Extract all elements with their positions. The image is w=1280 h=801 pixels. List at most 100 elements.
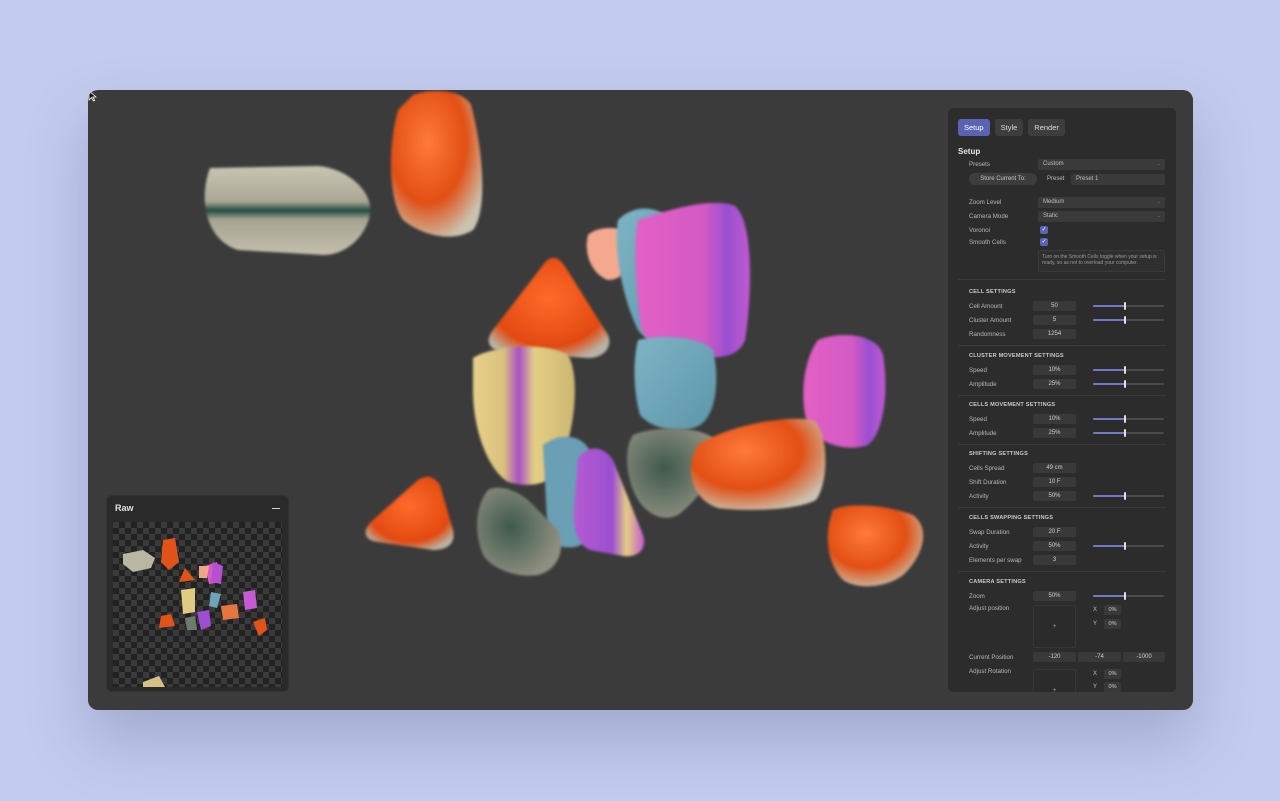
preset-name-field[interactable]: Preset 1 [1071,174,1165,185]
randomness-label: Randomness [969,331,1006,338]
slider-fill [1093,369,1125,371]
settings-panel: Setup Style Render Setup Presets Custom ⌄… [948,108,1176,692]
mouse-cursor-icon [88,90,97,102]
cluster-amplitude-slider[interactable] [1093,380,1164,388]
cells-amplitude-input[interactable]: 25% [1033,428,1076,438]
tab-render[interactable]: Render [1028,119,1065,136]
cell-amount-slider[interactable] [1093,302,1164,310]
smooth-cells-label: Smooth Cells [969,239,1006,246]
pad-center-icon: + [1052,623,1057,630]
slider-fill [1093,495,1125,497]
panel-title: Setup [958,147,981,156]
slider-fill [1093,418,1125,420]
zoom-level-value: Medium [1043,199,1065,205]
smooth-cells-checkbox[interactable]: ✓ [1040,238,1048,246]
cells-speed-input[interactable]: 10% [1033,414,1076,424]
cluster-amplitude-input[interactable]: 25% [1033,379,1076,389]
camera-zoom-slider[interactable] [1093,592,1164,600]
slider-knob[interactable] [1123,316,1126,324]
tab-setup[interactable]: Setup [958,119,990,136]
slider-knob[interactable] [1123,542,1126,550]
elements-per-swap-input[interactable]: 3 [1033,555,1076,565]
store-current-button[interactable]: Store Current To: [969,173,1037,185]
shift-duration-input[interactable]: 10 F [1033,477,1076,487]
shift-activity-slider[interactable] [1093,492,1164,500]
divider [958,395,1166,396]
cluster-speed-input[interactable]: 10% [1033,365,1076,375]
slider-knob[interactable] [1123,492,1126,500]
camera-zoom-input[interactable]: 50% [1033,591,1076,601]
cluster-amplitude-label: Amplitude [969,381,997,388]
slider-knob[interactable] [1123,429,1126,437]
position-x-input[interactable]: 0% [1104,605,1121,615]
cells-amplitude-label: Amplitude [969,430,997,437]
current-position-y[interactable]: -74 [1078,652,1121,662]
adjust-rotation-label: Adjust Rotation [969,668,1011,675]
rotation-y-input[interactable]: 0% [1104,682,1121,692]
slider-fill [1093,545,1125,547]
presets-dropdown[interactable]: Custom ⌄ [1038,159,1165,170]
position-y-input[interactable]: 0% [1104,619,1121,629]
raw-canvas [113,522,282,687]
slider-knob[interactable] [1123,380,1126,388]
cluster-amount-slider[interactable] [1093,316,1164,324]
voronoi-checkbox[interactable]: ✓ [1040,226,1048,234]
slider-knob[interactable] [1123,302,1126,310]
cells-speed-slider[interactable] [1093,415,1164,423]
cluster-movement-heading: CLUSTER MOVEMENT SETTINGS [969,353,1064,359]
current-position-x[interactable]: -120 [1033,652,1076,662]
cells-spread-input[interactable]: 49 cm [1033,463,1076,473]
shifting-heading: SHIFTING SETTINGS [969,451,1029,457]
cluster-amount-label: Cluster Amount [969,317,1012,324]
divider [958,345,1166,346]
zoom-level-dropdown[interactable]: Medium ⌄ [1038,197,1165,208]
cells-amplitude-slider[interactable] [1093,429,1164,437]
checkmark-icon: ✓ [1041,239,1047,245]
divider [958,444,1166,445]
camera-mode-label: Camera Mode [969,213,1009,220]
slider-knob[interactable] [1123,366,1126,374]
position-pad[interactable]: + [1033,605,1076,648]
slider-fill [1093,432,1125,434]
slider-fill [1093,383,1125,385]
zoom-level-label: Zoom Level [969,199,1002,206]
swap-activity-slider[interactable] [1093,542,1164,550]
position-x-label: X [1093,607,1098,613]
minimize-icon[interactable] [272,507,280,509]
camera-mode-dropdown[interactable]: Static ⌄ [1038,211,1165,222]
swap-activity-input[interactable]: 50% [1033,541,1076,551]
slider-knob[interactable] [1123,592,1126,600]
presets-value: Custom [1043,161,1064,167]
chevron-down-icon: ⌄ [1156,199,1161,205]
tab-style[interactable]: Style [994,119,1024,136]
3d-viewport[interactable]: Raw Setup Style Render Setup Presets Cus… [88,90,1193,710]
elements-per-swap-label: Elements per swap [969,557,1022,564]
camera-heading: CAMERA SETTINGS [969,579,1026,585]
raw-preview-panel: Raw [106,495,289,692]
chevron-down-icon: ⌄ [1156,161,1161,167]
slider-fill [1093,305,1125,307]
cell-amount-label: Cell Amount [969,303,1003,310]
rotation-x-label: X [1093,671,1098,677]
camera-zoom-label: Zoom [969,593,985,600]
rotation-x-input[interactable]: 0% [1104,669,1121,679]
randomness-input[interactable]: 1254 [1033,329,1076,339]
checkmark-icon: ✓ [1041,227,1047,233]
cells-speed-label: Speed [969,416,987,423]
rotation-pad[interactable]: + [1033,669,1076,692]
cell-amount-input[interactable]: 50 [1033,301,1076,311]
cluster-speed-slider[interactable] [1093,366,1164,374]
swap-duration-input[interactable]: 20 F [1033,527,1076,537]
raw-cells-render [123,538,267,687]
voronoi-label: Voronoi [969,227,990,234]
cell-settings-heading: CELL SETTINGS [969,289,1016,295]
position-y-label: Y [1093,621,1098,627]
divider [958,571,1166,572]
shift-activity-input[interactable]: 50% [1033,491,1076,501]
rotation-y-label: Y [1093,684,1098,690]
settings-tabs: Setup Style Render [958,119,1065,136]
camera-mode-value: Static [1043,213,1059,219]
slider-knob[interactable] [1123,415,1126,423]
current-position-z[interactable]: -1000 [1123,652,1165,662]
cluster-amount-input[interactable]: 5 [1033,315,1076,325]
